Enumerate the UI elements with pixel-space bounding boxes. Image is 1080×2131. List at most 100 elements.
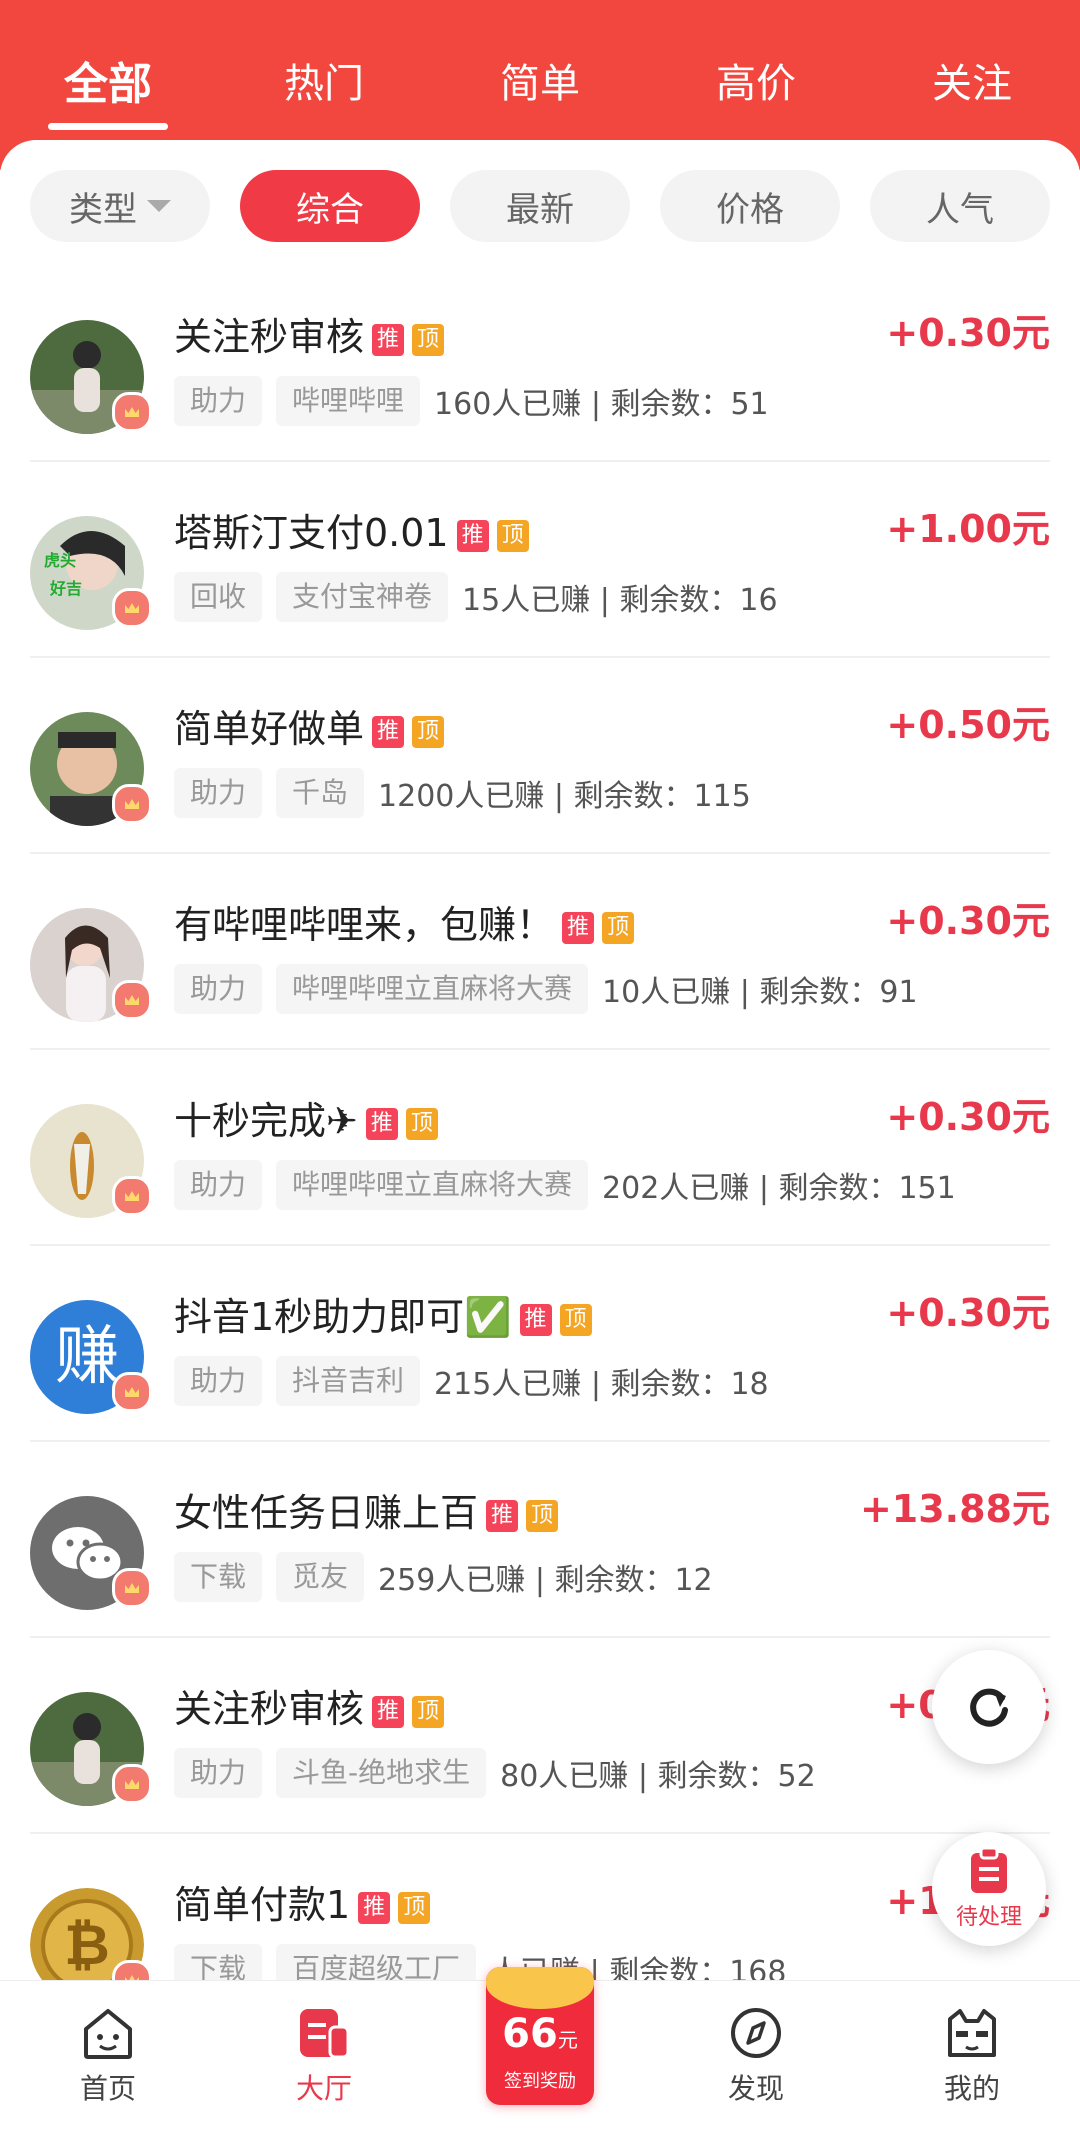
task-tags: 助力 哔哩哔哩 160人已赚 | 剩余数：51: [174, 376, 769, 426]
hall-icon: [300, 2009, 350, 2059]
task-type-tag: 回收: [174, 572, 263, 622]
filter-type-dropdown[interactable]: 类型: [30, 170, 210, 242]
task-platform-tag: 抖音吉利: [276, 1356, 421, 1406]
crown-icon: [112, 1568, 152, 1608]
recommend-badge: 推: [519, 1304, 552, 1336]
task-type-tag: 助力: [174, 1356, 263, 1406]
task-title: 抖音1秒助力即可✅ 推顶: [174, 1286, 592, 1341]
signin-label: 签到奖励: [504, 2071, 576, 2092]
task-item[interactable]: 十秒完成✈ 推顶 +0.30元 助力 哔哩哔哩立直麻将大赛 202人已赚 | 剩余…: [0, 1050, 1080, 1246]
task-list: 关注秒审核推顶 +0.30元 助力 哔哩哔哩 160人已赚 | 剩余数：51 虎…: [0, 266, 1080, 1980]
recommend-badge: 推: [372, 716, 405, 748]
top-badge: 顶: [602, 912, 635, 944]
crown-icon: [112, 392, 152, 432]
task-platform-tag: 千岛: [276, 768, 365, 818]
tab-hot[interactable]: 热门: [244, 51, 404, 109]
task-platform-tag: 哔哩哔哩: [276, 376, 421, 426]
task-type-tag: 助力: [174, 1160, 263, 1210]
refresh-button[interactable]: [932, 1650, 1046, 1764]
recommend-badge: 推: [486, 1500, 519, 1532]
task-item[interactable]: 虎头 好吉 塔斯汀支付0.01 推顶 +1.00元 回收 支付宝神卷 15人已赚 |…: [0, 462, 1080, 658]
filter-bar: 类型 综合 最新 价格 人气: [30, 170, 1050, 242]
top-badge: 顶: [398, 1892, 431, 1924]
signin-reward-button[interactable]: 66元 签到奖励: [486, 1967, 594, 2105]
task-item[interactable]: 关注秒审核推顶 +0.30元 助力 哔哩哔哩 160人已赚 | 剩余数：51: [0, 266, 1080, 462]
task-tags: 助力 抖音吉利 215人已赚 | 剩余数：18: [174, 1356, 769, 1406]
nav-discover[interactable]: 发现: [648, 1981, 864, 2131]
task-item[interactable]: 有哔哩哔哩来，包赚！推顶 +0.30元 助力 哔哩哔哩立直麻将大赛 10人已赚 …: [0, 854, 1080, 1050]
profile-cat-icon: [948, 2009, 996, 2057]
crown-icon: [112, 1960, 152, 1980]
recommend-badge: 推: [562, 912, 595, 944]
task-stats: 15人已赚 | 剩余数：16: [462, 583, 778, 618]
task-tags: 回收 支付宝神卷 15人已赚 | 剩余数：16: [174, 572, 778, 622]
bottom-nav: 首页 大厅 66元 签到奖励 发现 我的: [0, 1967, 1080, 2131]
task-item[interactable]: 女性任务日赚上百推顶 +13.88元 下载 觅友 259人已赚 | 剩余数：12: [0, 1442, 1080, 1638]
task-tags: 下载 百度超级工厂 人已赚 | 剩余数：168: [174, 1944, 786, 1980]
nav-hall[interactable]: 大厅: [216, 1981, 432, 2131]
task-title: 简单好做单推顶: [174, 698, 445, 753]
task-item[interactable]: 关注秒审核推顶 +0.30元 助力 斗鱼-绝地求生 80人已赚 | 剩余数：52: [0, 1638, 1080, 1834]
clipboard-icon: [971, 1847, 1007, 1893]
top-badge: 顶: [412, 324, 445, 356]
filter-comprehensive[interactable]: 综合: [240, 170, 420, 242]
task-tags: 助力 哔哩哔哩立直麻将大赛 202人已赚 | 剩余数：151: [174, 1160, 956, 1210]
task-stats: 1200人已赚 | 剩余数：115: [378, 779, 751, 814]
home-icon: [84, 2009, 132, 2059]
filter-popularity[interactable]: 人气: [870, 170, 1050, 242]
task-type-tag: 助力: [174, 1748, 263, 1798]
task-platform-tag: 哔哩哔哩立直麻将大赛: [276, 964, 589, 1014]
top-badge: 顶: [559, 1304, 592, 1336]
task-type-tag: 下载: [174, 1552, 263, 1602]
content-panel: 类型 综合 最新 价格 人气 关注秒审核推顶 +0.30元 助力 哔哩哔哩 16…: [0, 140, 1080, 1980]
task-title: 关注秒审核推顶: [174, 306, 445, 361]
task-type-tag: 下载: [174, 1944, 263, 1980]
svg-text:好吉: 好吉: [49, 579, 82, 598]
top-badge: 顶: [496, 520, 529, 552]
pending-button[interactable]: 待处理: [932, 1832, 1046, 1946]
recommend-badge: 推: [456, 520, 489, 552]
compass-icon: [731, 2008, 781, 2058]
filter-latest[interactable]: 最新: [450, 170, 630, 242]
nav-discover-label: 发现: [727, 2072, 784, 2105]
task-platform-tag: 百度超级工厂: [276, 1944, 477, 1980]
task-tags: 下载 觅友 259人已赚 | 剩余数：12: [174, 1552, 713, 1602]
task-item[interactable]: 赚 抖音1秒助力即可✅ 推顶 +0.30元 助力 抖音吉利 215人已赚 | 剩余…: [0, 1246, 1080, 1442]
task-item[interactable]: 简单好做单推顶 +0.50元 助力 千岛 1200人已赚 | 剩余数：115: [0, 658, 1080, 854]
nav-mine-label: 我的: [943, 2072, 1000, 2105]
crown-icon: [112, 588, 152, 628]
coins-icon: [486, 1967, 594, 2009]
nav-hall-label: 大厅: [295, 2072, 352, 2105]
top-badge: 顶: [526, 1500, 559, 1532]
tab-all[interactable]: 全部: [28, 48, 188, 112]
svg-text:虎头: 虎头: [44, 551, 76, 570]
task-platform-tag: 斗鱼-绝地求生: [276, 1748, 487, 1798]
tab-simple[interactable]: 简单: [460, 51, 620, 109]
avatar-earn-glyph: 赚: [55, 1320, 119, 1394]
svg-text:₿: ₿: [64, 1913, 110, 1978]
recommend-badge: 推: [365, 1108, 398, 1140]
task-title: 十秒完成✈ 推顶: [174, 1090, 438, 1145]
nav-mine[interactable]: 我的: [864, 1981, 1080, 2131]
filter-price[interactable]: 价格: [660, 170, 840, 242]
task-type-tag: 助力: [174, 768, 263, 818]
task-reward: +13.88元: [859, 1487, 1050, 1531]
task-title: 女性任务日赚上百推顶: [174, 1482, 559, 1537]
top-badge: 顶: [405, 1108, 438, 1140]
recommend-badge: 推: [372, 1696, 405, 1728]
tab-follow[interactable]: 关注: [892, 51, 1052, 109]
task-tags: 助力 斗鱼-绝地求生 80人已赚 | 剩余数：52: [174, 1748, 816, 1798]
task-title: 关注秒审核推顶: [174, 1678, 445, 1733]
task-stats: 259人已赚 | 剩余数：12: [378, 1563, 713, 1598]
task-item[interactable]: ₿ 简单付款1推顶 +1.00元 下载 百度超级工厂 人已赚 | 剩余数：168: [0, 1834, 1080, 1980]
task-reward: +0.30元: [886, 311, 1050, 355]
caret-down-icon: [147, 200, 171, 212]
tab-high-price[interactable]: 高价: [676, 51, 836, 109]
task-title: 有哔哩哔哩来，包赚！推顶: [174, 894, 635, 949]
category-tabs: 全部 热门 简单 高价 关注: [0, 30, 1080, 130]
task-stats: 10人已赚 | 剩余数：91: [602, 975, 918, 1010]
task-title: 简单付款1 推顶: [174, 1874, 431, 1929]
task-platform-tag: 支付宝神卷: [276, 572, 449, 622]
nav-home[interactable]: 首页: [0, 1981, 216, 2131]
task-platform-tag: 觅友: [276, 1552, 365, 1602]
